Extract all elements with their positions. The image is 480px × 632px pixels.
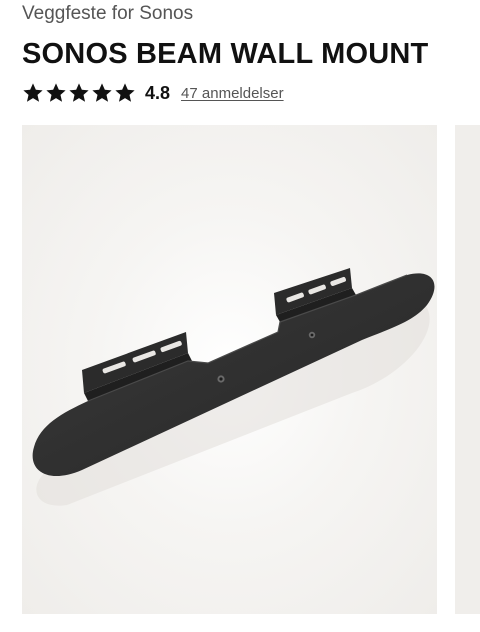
rating-stars bbox=[22, 82, 136, 104]
star-icon bbox=[45, 82, 67, 104]
rating-row: 4.8 47 anmeldelser bbox=[22, 80, 284, 106]
star-icon bbox=[91, 82, 113, 104]
product-category: Veggfeste for Sonos bbox=[22, 3, 194, 24]
product-image-main[interactable] bbox=[22, 125, 437, 614]
wall-mount-image bbox=[32, 268, 435, 506]
reviews-link[interactable]: 47 anmeldelser bbox=[181, 85, 284, 102]
product-title: SONOS BEAM WALL MOUNT bbox=[22, 38, 429, 70]
product-image-next[interactable] bbox=[455, 125, 480, 614]
product-image-gallery[interactable] bbox=[0, 125, 480, 617]
star-icon bbox=[22, 82, 44, 104]
star-icon bbox=[68, 82, 90, 104]
star-icon bbox=[114, 82, 136, 104]
rating-value: 4.8 bbox=[145, 82, 171, 103]
